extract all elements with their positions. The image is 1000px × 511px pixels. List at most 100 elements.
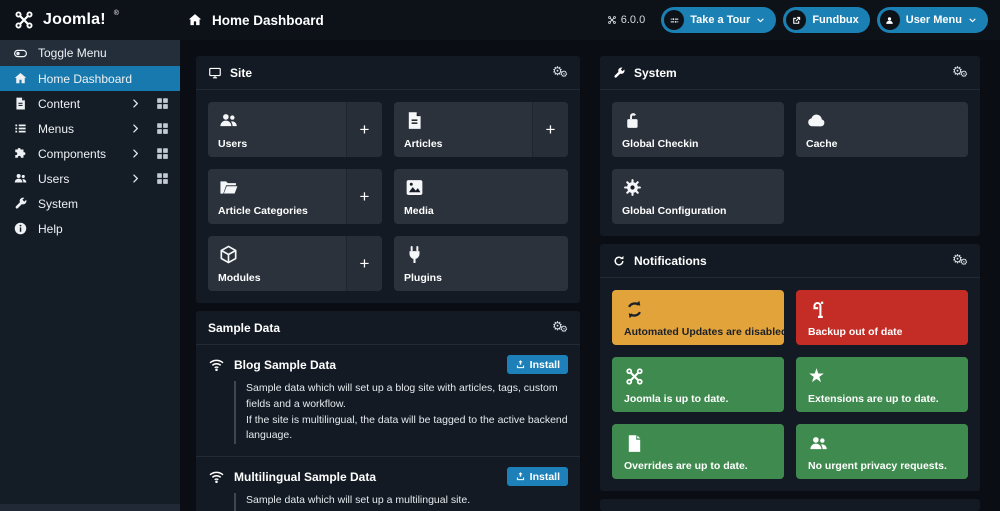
- users-icon: [12, 171, 28, 187]
- plus-icon: +: [360, 187, 370, 207]
- add-category-button[interactable]: +: [346, 169, 382, 224]
- sample-data-description: Sample data which will set up a multilin…: [234, 493, 568, 511]
- document-icon: [12, 96, 28, 112]
- notifications-panel-header: Notifications ⚙ ⚙: [600, 244, 980, 278]
- joomla-logo: Joomla! ®: [0, 9, 180, 31]
- sidebar-item-menus[interactable]: Menus: [0, 116, 180, 141]
- wrench-icon: [12, 196, 28, 212]
- site-card-media[interactable]: Media: [394, 169, 568, 224]
- panel-settings-gears-icon[interactable]: ⚙ ⚙: [552, 320, 568, 335]
- page-title: Home Dashboard: [187, 12, 324, 28]
- system-panel: System ⚙ ⚙ Global Checkin: [600, 56, 980, 236]
- sidebar-item-content[interactable]: Content: [0, 91, 180, 116]
- dashboard-grid-icon[interactable]: [155, 121, 170, 136]
- sidebar-item-toggle-menu[interactable]: Toggle Menu: [0, 40, 180, 66]
- sidebar-item-users[interactable]: Users: [0, 166, 180, 191]
- home-icon: [12, 71, 28, 87]
- main-content: Site ⚙ ⚙ Users +: [180, 40, 1000, 511]
- notification-backup-out-of-date[interactable]: Backup out of date: [796, 290, 968, 345]
- notification-overrides-up-to-date[interactable]: Overrides are up to date.: [612, 424, 784, 479]
- notification-privacy-requests[interactable]: No urgent privacy requests.: [796, 424, 968, 479]
- panel-settings-gears-icon[interactable]: ⚙ ⚙: [552, 65, 568, 80]
- upload-icon: [515, 471, 526, 482]
- backup-icon: [808, 298, 956, 320]
- joomla-logo-text: Joomla!: [43, 9, 106, 31]
- chevron-right-icon: [130, 123, 141, 134]
- sidebar-item-help[interactable]: Help: [0, 216, 180, 241]
- gear-icon: [622, 177, 643, 198]
- notifications-panel: Notifications ⚙ ⚙ Automated Updates are …: [600, 244, 980, 491]
- toggle-icon: [12, 45, 28, 61]
- sidebar-item-components[interactable]: Components: [0, 141, 180, 166]
- sidebar-bottom-strip: [0, 504, 180, 511]
- notification-automated-updates[interactable]: Automated Updates are disabled.: [612, 290, 784, 345]
- chevron-right-icon: [130, 173, 141, 184]
- home-icon: [187, 12, 203, 28]
- site-card-article-categories[interactable]: Article Categories +: [208, 169, 382, 224]
- sample-data-item-multilingual: Multilingual Sample Data Install Sample …: [196, 457, 580, 511]
- top-bar: Joomla! ® Home Dashboard 6.0.0 Take a To…: [0, 0, 1000, 40]
- chevron-down-icon: [756, 16, 765, 25]
- joomla-icon: [624, 365, 772, 387]
- system-card-global-checkin[interactable]: Global Checkin: [612, 102, 784, 157]
- notification-joomla-up-to-date[interactable]: Joomla is up to date.: [612, 357, 784, 412]
- panel-settings-gears-icon[interactable]: ⚙ ⚙: [952, 65, 968, 80]
- system-panel-header: System ⚙ ⚙: [600, 56, 980, 90]
- chevron-down-icon: [968, 16, 977, 25]
- wrench-icon: [612, 66, 626, 80]
- plus-icon: +: [546, 120, 556, 140]
- notification-extensions-up-to-date[interactable]: ★ Extensions are up to date.: [796, 357, 968, 412]
- site-card-modules[interactable]: Modules +: [208, 236, 382, 291]
- site-panel-header: Site ⚙ ⚙: [196, 56, 580, 90]
- unlock-icon: [622, 110, 643, 131]
- panel-settings-gears-icon[interactable]: ⚙ ⚙: [952, 253, 968, 268]
- registered-mark: ®: [114, 9, 119, 19]
- site-card-users[interactable]: Users +: [208, 102, 382, 157]
- joomla-logo-icon: [13, 9, 35, 31]
- upload-icon: [515, 359, 526, 370]
- add-user-button[interactable]: +: [346, 102, 382, 157]
- joomla-version-icon: [607, 15, 617, 25]
- system-card-cache[interactable]: Cache: [796, 102, 968, 157]
- sidebar: Toggle Menu Home Dashboard Content Menus…: [0, 40, 180, 511]
- site-card-plugins[interactable]: Plugins: [394, 236, 568, 291]
- joomla-version: 6.0.0: [607, 14, 645, 26]
- tour-icon: [664, 10, 684, 30]
- folder-open-icon: [218, 177, 239, 198]
- plus-icon: +: [360, 254, 370, 274]
- sample-data-panel-header: Sample Data ⚙ ⚙: [196, 311, 580, 345]
- clipped-bottom-panel: [600, 499, 980, 511]
- fundbux-button[interactable]: Fundbux: [783, 7, 869, 33]
- add-module-button[interactable]: +: [346, 236, 382, 291]
- sample-data-item-blog: Blog Sample Data Install Sample data whi…: [196, 345, 580, 457]
- dashboard-grid-icon[interactable]: [155, 171, 170, 186]
- list-icon: [12, 121, 28, 137]
- sidebar-item-system[interactable]: System: [0, 191, 180, 216]
- star-icon: ★: [808, 365, 956, 387]
- external-link-icon: [786, 10, 806, 30]
- wifi-icon: [208, 356, 225, 373]
- chevron-right-icon: [130, 98, 141, 109]
- add-article-button[interactable]: +: [532, 102, 568, 157]
- install-multilingual-sample-button[interactable]: Install: [507, 467, 568, 486]
- sample-data-panel: Sample Data ⚙ ⚙ Blog Sample Data Install: [196, 311, 580, 511]
- chevron-right-icon: [130, 148, 141, 159]
- install-blog-sample-button[interactable]: Install: [507, 355, 568, 374]
- user-menu-button[interactable]: User Menu: [877, 7, 988, 33]
- article-icon: [404, 110, 425, 131]
- site-card-articles[interactable]: Articles +: [394, 102, 568, 157]
- dashboard-grid-icon[interactable]: [155, 96, 170, 111]
- puzzle-icon: [12, 146, 28, 162]
- dashboard-grid-icon[interactable]: [155, 146, 170, 161]
- sidebar-item-home-dashboard[interactable]: Home Dashboard: [0, 66, 180, 91]
- plus-icon: +: [360, 120, 370, 140]
- topbar-actions: 6.0.0 Take a Tour Fundbux User Menu: [607, 7, 1000, 33]
- sample-data-description: Sample data which will set up a blog sit…: [234, 381, 568, 444]
- take-a-tour-button[interactable]: Take a Tour: [661, 7, 776, 33]
- user-icon: [880, 10, 900, 30]
- cloud-icon: [806, 110, 827, 131]
- users-icon: [218, 110, 239, 131]
- site-panel: Site ⚙ ⚙ Users +: [196, 56, 580, 303]
- monitor-icon: [208, 66, 222, 80]
- system-card-global-configuration[interactable]: Global Configuration: [612, 169, 784, 224]
